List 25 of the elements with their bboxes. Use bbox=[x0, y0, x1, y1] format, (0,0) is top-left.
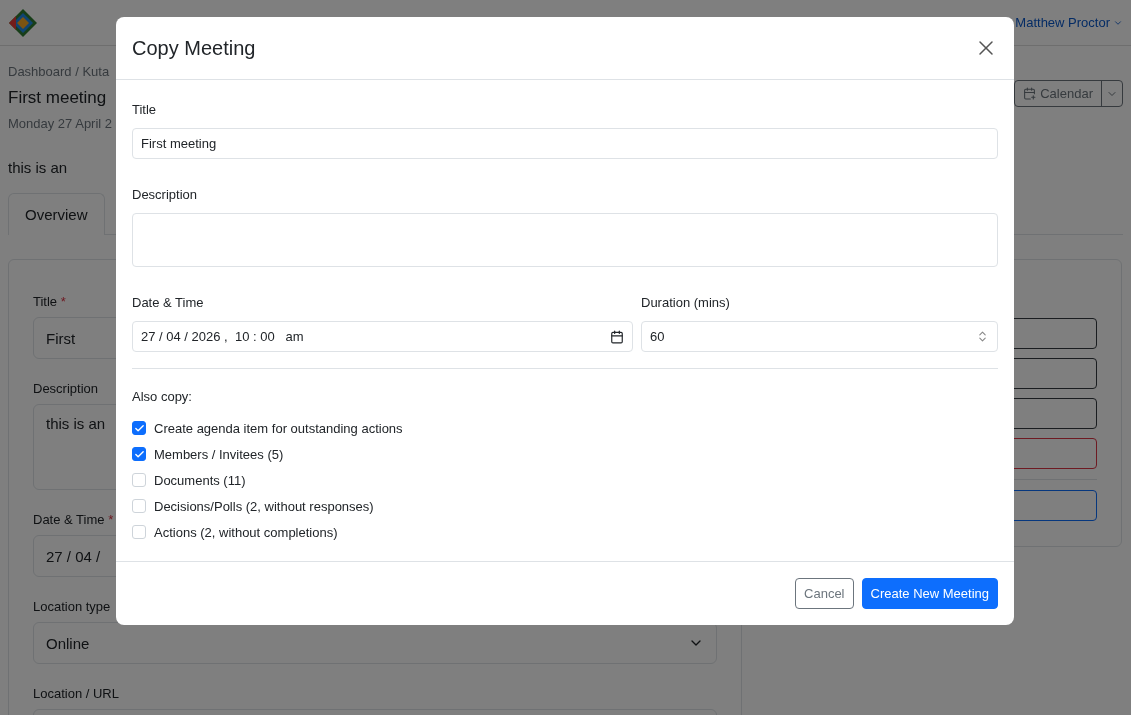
section-label: Also copy: bbox=[132, 389, 193, 404]
field-label: Duration (mins) bbox=[641, 295, 731, 310]
checkbox-label[interactable]: Members / Invitees (5) bbox=[154, 446, 284, 462]
field-label: Location type bbox=[33, 599, 111, 614]
field-label: Date & Time * bbox=[33, 512, 114, 527]
field-label: Description bbox=[33, 381, 99, 396]
create-button[interactable]: Create New Meeting bbox=[861, 578, 998, 609]
date-field[interactable]: 27 / 04 / 2026 , 10 : 00 am bbox=[132, 321, 633, 352]
field-label: Title bbox=[132, 102, 158, 117]
checkbox-label[interactable]: Decisions/Polls (2, without responses) bbox=[154, 498, 374, 514]
modal-title: Copy Meeting bbox=[132, 36, 256, 60]
meeting-description: this is an bbox=[8, 159, 69, 176]
field-label: Date & Time bbox=[132, 295, 205, 310]
meeting-date: Monday 27 April 2 bbox=[8, 116, 113, 131]
checkbox-label[interactable]: Actions (2, without completions) bbox=[154, 524, 338, 540]
field-label: Location / URL bbox=[33, 686, 119, 701]
field-label: Title * bbox=[33, 294, 66, 309]
input-field[interactable]: First meeting bbox=[132, 128, 998, 159]
checkbox-label[interactable]: Create agenda item for outstanding actions bbox=[154, 420, 403, 436]
cancel-button[interactable]: Cancel bbox=[795, 578, 854, 609]
field-label: Description bbox=[132, 187, 199, 202]
checkbox-label[interactable]: Documents (11) bbox=[154, 472, 246, 488]
number-field[interactable]: 60 bbox=[641, 321, 998, 352]
page-title: First meeting bbox=[8, 88, 108, 108]
tab[interactable]: Overview bbox=[8, 193, 105, 235]
